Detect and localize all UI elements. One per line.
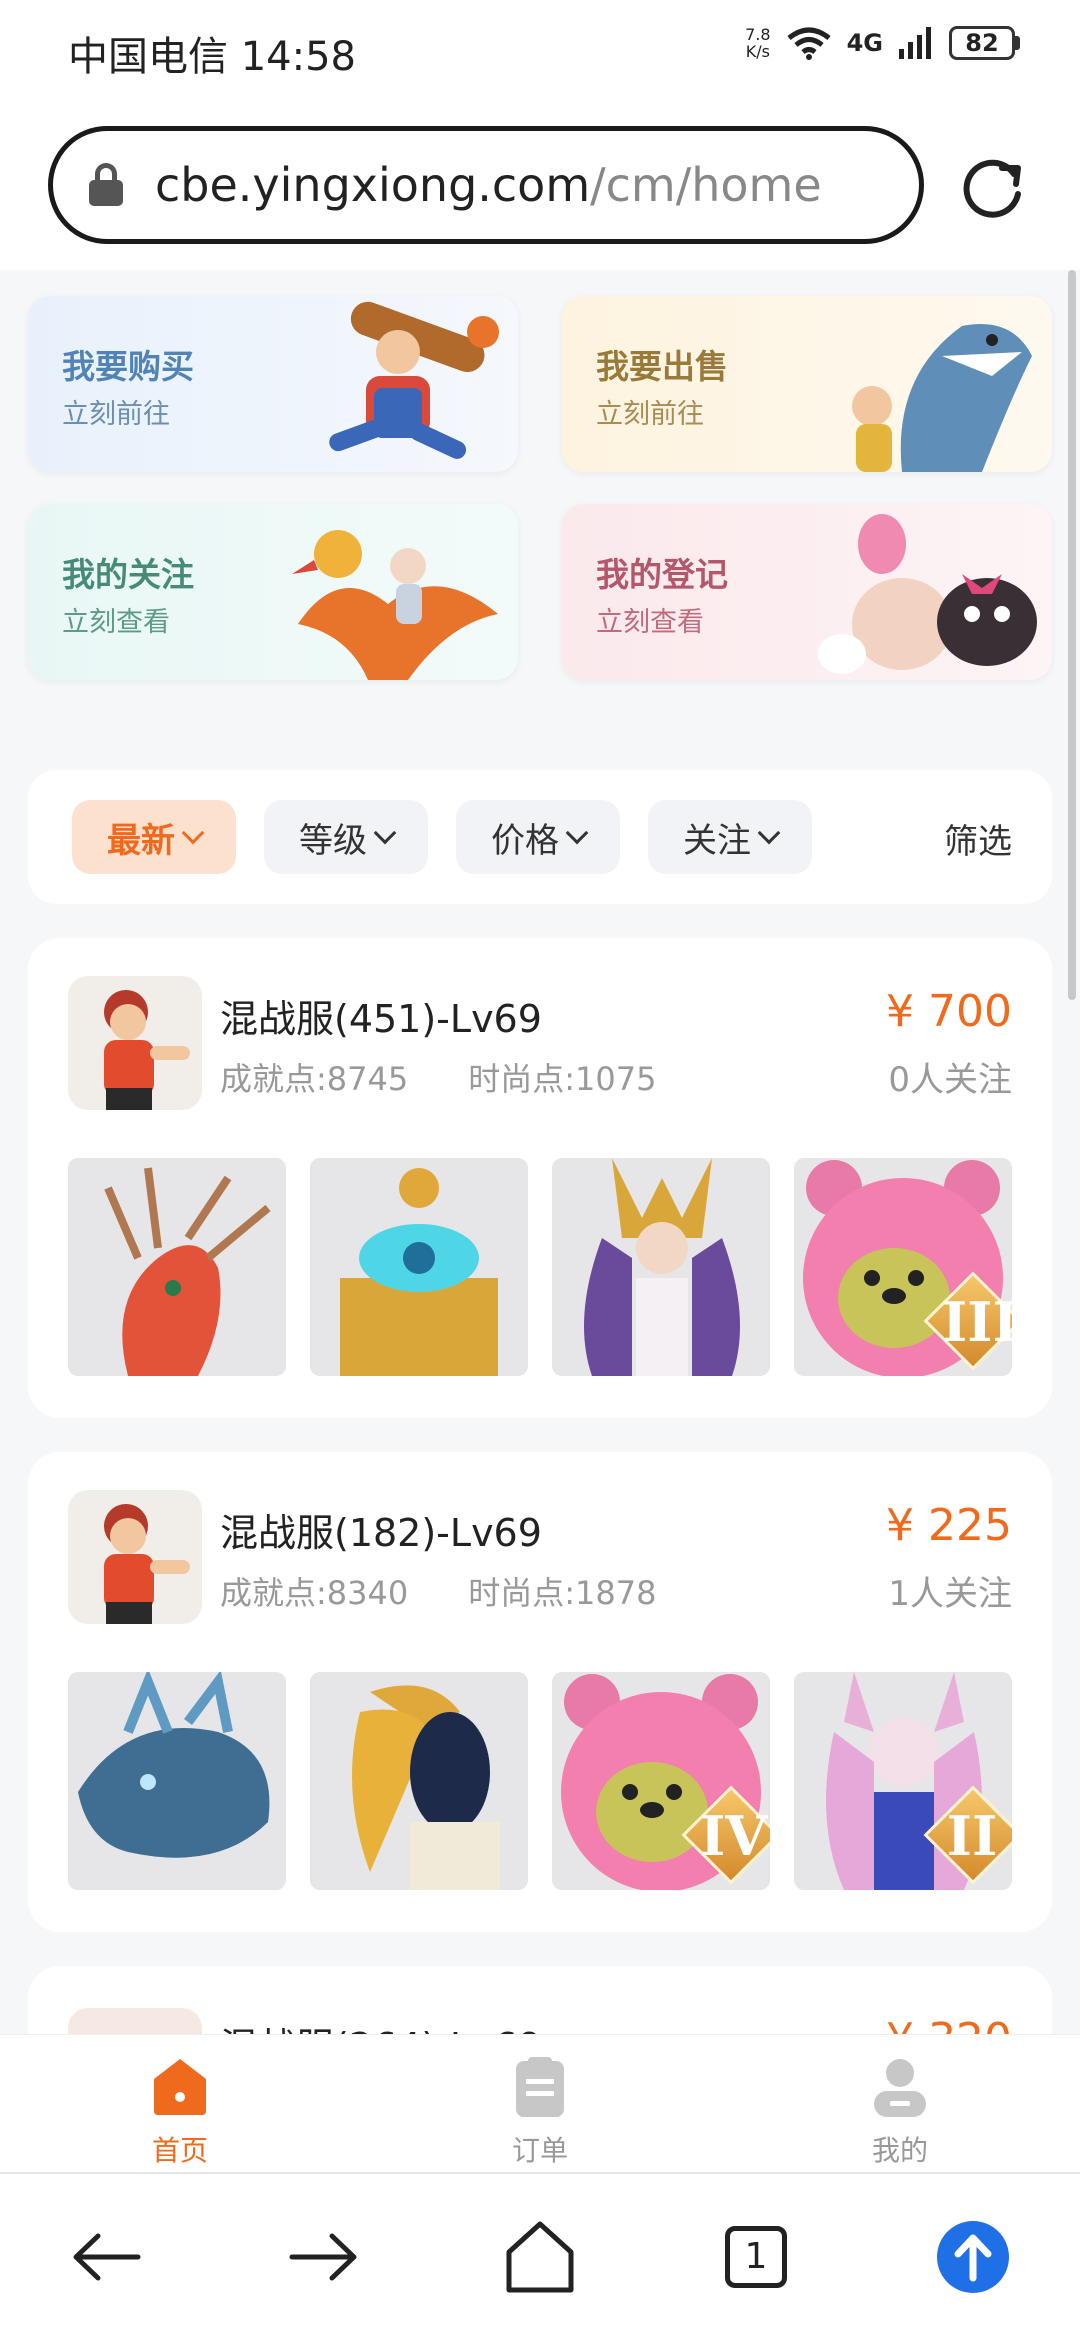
sort-follow-chip[interactable]: 关注 [648,800,812,874]
tab-home[interactable]: 首页 [100,2055,260,2169]
tabs-count: 1 [725,2226,787,2288]
follow-card-title: 我的关注 [62,555,194,594]
tab-orders-label: 订单 [511,2134,568,2167]
farmer-with-log-illustration [329,301,499,459]
chevron-down-icon [181,821,205,845]
listing-thumbnails: IV II [68,1672,1012,1890]
back-arrow-icon[interactable] [62,2212,152,2302]
sort-latest-chip[interactable]: 最新 [72,800,236,874]
app-tab-bar: 首页 订单 我的 [0,2034,1080,2172]
chevron-down-icon [565,821,589,845]
speed-value: 7.8 [745,25,771,44]
tabs-icon[interactable]: 1 [711,2212,801,2302]
sort-filter-bar: 最新 等级 价格 关注 筛选 [28,770,1052,904]
achievement-points: 成就点:8340 [220,1574,409,1612]
golden-eye-thumbnail[interactable] [310,1158,528,1376]
listing-thumbnails: III [68,1158,1012,1376]
home-icon[interactable] [495,2212,585,2302]
tab-profile-label: 我的 [871,2134,928,2167]
url-path: /cm/home [590,158,822,212]
profile-icon [874,2059,926,2117]
tab-home-label: 首页 [151,2134,208,2167]
browser-nav-bar: 1 [0,2172,1080,2340]
upload-icon[interactable] [928,2212,1018,2302]
reload-icon[interactable] [958,154,1028,224]
battery-icon: 82 [949,26,1020,60]
sell-card-title: 我要出售 [596,347,728,386]
sell-card[interactable]: 我要出售 立刻前往 [562,296,1052,472]
phoenix-rider-illustration [292,530,498,680]
fashion-points: 时尚点:1075 [468,1060,657,1098]
red-dragon-thumbnail[interactable] [68,1158,286,1376]
network-type: 4G [846,29,883,57]
listing-card[interactable]: 混战服(451)-Lv69 成就点:8745 时尚点:1075 ¥ 700 0人… [28,938,1052,1418]
url-bar[interactable]: cbe.yingxiong.com/cm/home [48,126,924,244]
sort-level-label: 等级 [299,820,367,861]
rank-badge-label: III [942,1290,1012,1354]
pink-creatures-illustration [818,514,1037,674]
chevron-down-icon [757,821,781,845]
status-bar: 中国电信 14:58 7.8 K/s 4G 82 [0,0,1080,100]
filter-button[interactable]: 筛选 [944,814,1012,863]
pink-bear-thumbnail[interactable]: IV [552,1672,770,1890]
buy-card-subtitle: 立刻前往 [62,399,170,430]
purple-sorceress-thumbnail[interactable] [552,1158,770,1376]
url-domain: cbe.yingxiong.com [155,158,591,212]
lock-icon [89,163,123,207]
status-icons: 7.8 K/s 4G 82 [745,26,1020,60]
carrier-time: 中国电信 14:58 [68,34,356,80]
chevron-down-icon [373,821,397,845]
blue-dragon-thumbnail[interactable] [68,1672,286,1890]
sort-price-label: 价格 [491,820,559,861]
forward-arrow-icon[interactable] [278,2212,368,2302]
fashion-points: 时尚点:1878 [468,1574,657,1612]
network-speed: 7.8 K/s [745,26,770,60]
listing-stats: 成就点:8745 时尚点:1075 [220,1054,656,1100]
home-icon [154,2059,206,2115]
sort-latest-label: 最新 [107,820,175,861]
wifi-icon [787,27,831,60]
rank-badge-label: IV [700,1804,768,1868]
tab-orders[interactable]: 订单 [460,2055,620,2169]
listing-name: 混战服(451)-Lv69 [220,997,542,1041]
speed-unit: K/s [745,42,770,61]
listing-price: ¥ 225 [886,1500,1012,1551]
listing-price: ¥ 700 [886,986,1012,1037]
register-card-subtitle: 立刻查看 [596,607,704,638]
pink-fox-girl-thumbnail[interactable]: II [794,1672,1012,1890]
hornbill-thumbnail[interactable] [310,1672,528,1890]
battery-level: 82 [949,26,1015,60]
account-avatar [68,1490,202,1624]
listing-stats: 成就点:8340 时尚点:1878 [220,1568,656,1614]
order-icon [516,2057,564,2117]
buy-card-title: 我要购买 [62,347,194,386]
sort-follow-label: 关注 [683,820,751,861]
scrollbar[interactable] [1068,270,1076,1000]
shark-illustration [852,324,1032,472]
achievement-points: 成就点:8745 [220,1060,409,1098]
follow-card[interactable]: 我的关注 立刻查看 [28,504,518,680]
pink-bear-thumbnail[interactable]: III [794,1158,1012,1376]
browser-address-area: cbe.yingxiong.com/cm/home [0,100,1080,270]
buy-card[interactable]: 我要购买 立刻前往 [28,296,518,472]
register-card[interactable]: 我的登记 立刻查看 [562,504,1052,680]
signal-icon [899,27,931,59]
account-avatar [68,976,202,1110]
sort-price-chip[interactable]: 价格 [456,800,620,874]
tab-profile[interactable]: 我的 [820,2055,980,2169]
follow-count: 0人关注 [888,1060,1012,1100]
url-text: cbe.yingxiong.com/cm/home [155,158,822,212]
listing-name: 混战服(182)-Lv69 [220,1511,542,1555]
register-card-title: 我的登记 [596,555,728,594]
follow-count: 1人关注 [888,1574,1012,1614]
sort-level-chip[interactable]: 等级 [264,800,428,874]
rank-badge-label: II [946,1804,998,1868]
listing-card[interactable]: 混战服(182)-Lv69 成就点:8340 时尚点:1878 ¥ 225 1人… [28,1452,1052,1932]
sell-card-subtitle: 立刻前往 [596,399,704,430]
follow-card-subtitle: 立刻查看 [62,607,170,638]
